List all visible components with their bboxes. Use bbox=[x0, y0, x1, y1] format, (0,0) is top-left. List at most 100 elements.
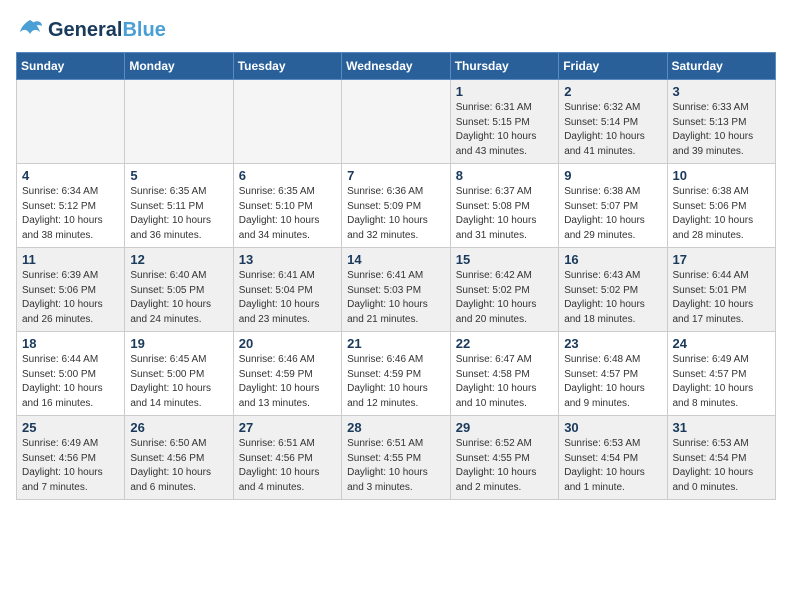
day-info: Sunrise: 6:48 AMSunset: 4:57 PMDaylight:… bbox=[564, 353, 661, 411]
day-info: Sunrise: 6:38 AMSunset: 5:07 PMDaylight:… bbox=[564, 185, 661, 243]
day-info: Sunrise: 6:35 AMSunset: 5:11 PMDaylight:… bbox=[130, 185, 227, 243]
day-info: Sunrise: 6:44 AMSunset: 5:01 PMDaylight:… bbox=[673, 269, 771, 327]
calendar-cell: 28 Sunrise: 6:51 AMSunset: 4:55 PMDayligh… bbox=[342, 416, 451, 500]
calendar-cell: 30 Sunrise: 6:53 AMSunset: 4:54 PMDayligh… bbox=[559, 416, 667, 500]
calendar-cell: 23 Sunrise: 6:48 AMSunset: 4:57 PMDayligh… bbox=[559, 332, 667, 416]
day-info: Sunrise: 6:33 AMSunset: 5:13 PMDaylight:… bbox=[673, 101, 771, 159]
column-header-thursday: Thursday bbox=[450, 53, 558, 80]
day-info: Sunrise: 6:49 AMSunset: 4:57 PMDaylight:… bbox=[673, 353, 771, 411]
day-info: Sunrise: 6:46 AMSunset: 4:59 PMDaylight:… bbox=[239, 353, 336, 411]
calendar-week-5: 25Sunrise: 6:49 AMSunset: 4:56 PMDayligh… bbox=[17, 416, 776, 500]
calendar-cell: 4Sunrise: 6:34 AMSunset: 5:12 PMDaylight… bbox=[17, 164, 125, 248]
column-header-sunday: Sunday bbox=[17, 53, 125, 80]
day-number: 10 bbox=[673, 168, 771, 183]
day-number: 23 bbox=[564, 336, 661, 351]
day-info: Sunrise: 6:41 AMSunset: 5:04 PMDaylight:… bbox=[239, 269, 336, 327]
logo-text: GeneralBlue bbox=[48, 19, 166, 41]
logo: GeneralBlue bbox=[16, 16, 166, 44]
day-info: Sunrise: 6:52 AMSunset: 4:55 PMDaylight:… bbox=[456, 437, 553, 495]
calendar-cell: 7Sunrise: 6:36 AMSunset: 5:09 PMDaylight… bbox=[342, 164, 451, 248]
day-number: 31 bbox=[673, 420, 771, 435]
day-number: 17 bbox=[673, 252, 771, 267]
column-header-monday: Monday bbox=[125, 53, 233, 80]
calendar-cell: 22 Sunrise: 6:47 AMSunset: 4:58 PMDayligh… bbox=[450, 332, 558, 416]
calendar-cell: 11Sunrise: 6:39 AMSunset: 5:06 PMDayligh… bbox=[17, 248, 125, 332]
day-number: 6 bbox=[239, 168, 336, 183]
calendar-cell: 14 Sunrise: 6:41 AMSunset: 5:03 PMDayligh… bbox=[342, 248, 451, 332]
calendar-cell: 21 Sunrise: 6:46 AMSunset: 4:59 PMDayligh… bbox=[342, 332, 451, 416]
calendar-cell: 16Sunrise: 6:43 AMSunset: 5:02 PMDayligh… bbox=[559, 248, 667, 332]
calendar-week-3: 11Sunrise: 6:39 AMSunset: 5:06 PMDayligh… bbox=[17, 248, 776, 332]
calendar-cell: 13Sunrise: 6:41 AMSunset: 5:04 PMDayligh… bbox=[233, 248, 341, 332]
calendar-cell: 29 Sunrise: 6:52 AMSunset: 4:55 PMDayligh… bbox=[450, 416, 558, 500]
day-number: 19 bbox=[130, 336, 227, 351]
day-info: Sunrise: 6:38 AMSunset: 5:06 PMDaylight:… bbox=[673, 185, 771, 243]
calendar-cell: 6 Sunrise: 6:35 AMSunset: 5:10 PMDaylight… bbox=[233, 164, 341, 248]
day-number: 8 bbox=[456, 168, 553, 183]
calendar-cell: 24 Sunrise: 6:49 AMSunset: 4:57 PMDayligh… bbox=[667, 332, 776, 416]
day-info: Sunrise: 6:51 AMSunset: 4:55 PMDaylight:… bbox=[347, 437, 445, 495]
day-number: 28 bbox=[347, 420, 445, 435]
calendar-cell bbox=[233, 80, 341, 164]
day-number: 16 bbox=[564, 252, 661, 267]
calendar-cell: 15 Sunrise: 6:42 AMSunset: 5:02 PMDayligh… bbox=[450, 248, 558, 332]
calendar-cell: 19Sunrise: 6:45 AMSunset: 5:00 PMDayligh… bbox=[125, 332, 233, 416]
day-info: Sunrise: 6:51 AMSunset: 4:56 PMDaylight:… bbox=[239, 437, 336, 495]
calendar-week-2: 4Sunrise: 6:34 AMSunset: 5:12 PMDaylight… bbox=[17, 164, 776, 248]
calendar-cell: 3 Sunrise: 6:33 AMSunset: 5:13 PMDaylight… bbox=[667, 80, 776, 164]
day-info: Sunrise: 6:35 AMSunset: 5:10 PMDaylight:… bbox=[239, 185, 336, 243]
day-info: Sunrise: 6:44 AMSunset: 5:00 PMDaylight:… bbox=[22, 353, 119, 411]
calendar-table: SundayMondayTuesdayWednesdayThursdayFrid… bbox=[16, 52, 776, 500]
day-info: Sunrise: 6:53 AMSunset: 4:54 PMDaylight:… bbox=[673, 437, 771, 495]
day-number: 24 bbox=[673, 336, 771, 351]
calendar-cell: 27 Sunrise: 6:51 AMSunset: 4:56 PMDayligh… bbox=[233, 416, 341, 500]
day-number: 2 bbox=[564, 84, 661, 99]
day-info: Sunrise: 6:39 AMSunset: 5:06 PMDaylight:… bbox=[22, 269, 119, 327]
day-number: 26 bbox=[130, 420, 227, 435]
day-number: 12 bbox=[130, 252, 227, 267]
calendar-cell: 2 Sunrise: 6:32 AMSunset: 5:14 PMDaylight… bbox=[559, 80, 667, 164]
day-info: Sunrise: 6:31 AMSunset: 5:15 PMDaylight:… bbox=[456, 101, 553, 159]
day-info: Sunrise: 6:32 AMSunset: 5:14 PMDaylight:… bbox=[564, 101, 661, 159]
day-number: 30 bbox=[564, 420, 661, 435]
day-info: Sunrise: 6:47 AMSunset: 4:58 PMDaylight:… bbox=[456, 353, 553, 411]
day-info: Sunrise: 6:49 AMSunset: 4:56 PMDaylight:… bbox=[22, 437, 119, 495]
day-info: Sunrise: 6:46 AMSunset: 4:59 PMDaylight:… bbox=[347, 353, 445, 411]
day-info: Sunrise: 6:40 AMSunset: 5:05 PMDaylight:… bbox=[130, 269, 227, 327]
day-number: 18 bbox=[22, 336, 119, 351]
column-header-friday: Friday bbox=[559, 53, 667, 80]
day-number: 20 bbox=[239, 336, 336, 351]
day-number: 21 bbox=[347, 336, 445, 351]
day-number: 1 bbox=[456, 84, 553, 99]
calendar-cell: 9 Sunrise: 6:38 AMSunset: 5:07 PMDaylight… bbox=[559, 164, 667, 248]
day-info: Sunrise: 6:42 AMSunset: 5:02 PMDaylight:… bbox=[456, 269, 553, 327]
calendar-week-1: 1 Sunrise: 6:31 AMSunset: 5:15 PMDaylight… bbox=[17, 80, 776, 164]
day-number: 9 bbox=[564, 168, 661, 183]
calendar-cell bbox=[342, 80, 451, 164]
column-header-tuesday: Tuesday bbox=[233, 53, 341, 80]
calendar-cell: 18 Sunrise: 6:44 AMSunset: 5:00 PMDayligh… bbox=[17, 332, 125, 416]
column-header-wednesday: Wednesday bbox=[342, 53, 451, 80]
day-number: 29 bbox=[456, 420, 553, 435]
calendar-header-row: SundayMondayTuesdayWednesdayThursdayFrid… bbox=[17, 53, 776, 80]
calendar-cell: 1 Sunrise: 6:31 AMSunset: 5:15 PMDaylight… bbox=[450, 80, 558, 164]
day-number: 27 bbox=[239, 420, 336, 435]
calendar-cell: 8Sunrise: 6:37 AMSunset: 5:08 PMDaylight… bbox=[450, 164, 558, 248]
calendar-cell: 20 Sunrise: 6:46 AMSunset: 4:59 PMDayligh… bbox=[233, 332, 341, 416]
calendar-cell: 10 Sunrise: 6:38 AMSunset: 5:06 PMDayligh… bbox=[667, 164, 776, 248]
calendar-week-4: 18 Sunrise: 6:44 AMSunset: 5:00 PMDayligh… bbox=[17, 332, 776, 416]
calendar-cell: 25Sunrise: 6:49 AMSunset: 4:56 PMDayligh… bbox=[17, 416, 125, 500]
day-number: 3 bbox=[673, 84, 771, 99]
calendar-cell: 5 Sunrise: 6:35 AMSunset: 5:11 PMDaylight… bbox=[125, 164, 233, 248]
day-number: 5 bbox=[130, 168, 227, 183]
day-number: 14 bbox=[347, 252, 445, 267]
day-info: Sunrise: 6:50 AMSunset: 4:56 PMDaylight:… bbox=[130, 437, 227, 495]
calendar-cell: 31 Sunrise: 6:53 AMSunset: 4:54 PMDayligh… bbox=[667, 416, 776, 500]
page-header: GeneralBlue bbox=[16, 16, 776, 44]
day-info: Sunrise: 6:53 AMSunset: 4:54 PMDaylight:… bbox=[564, 437, 661, 495]
day-number: 15 bbox=[456, 252, 553, 267]
calendar-cell: 26 Sunrise: 6:50 AMSunset: 4:56 PMDayligh… bbox=[125, 416, 233, 500]
day-number: 22 bbox=[456, 336, 553, 351]
day-info: Sunrise: 6:41 AMSunset: 5:03 PMDaylight:… bbox=[347, 269, 445, 327]
day-info: Sunrise: 6:36 AMSunset: 5:09 PMDaylight:… bbox=[347, 185, 445, 243]
